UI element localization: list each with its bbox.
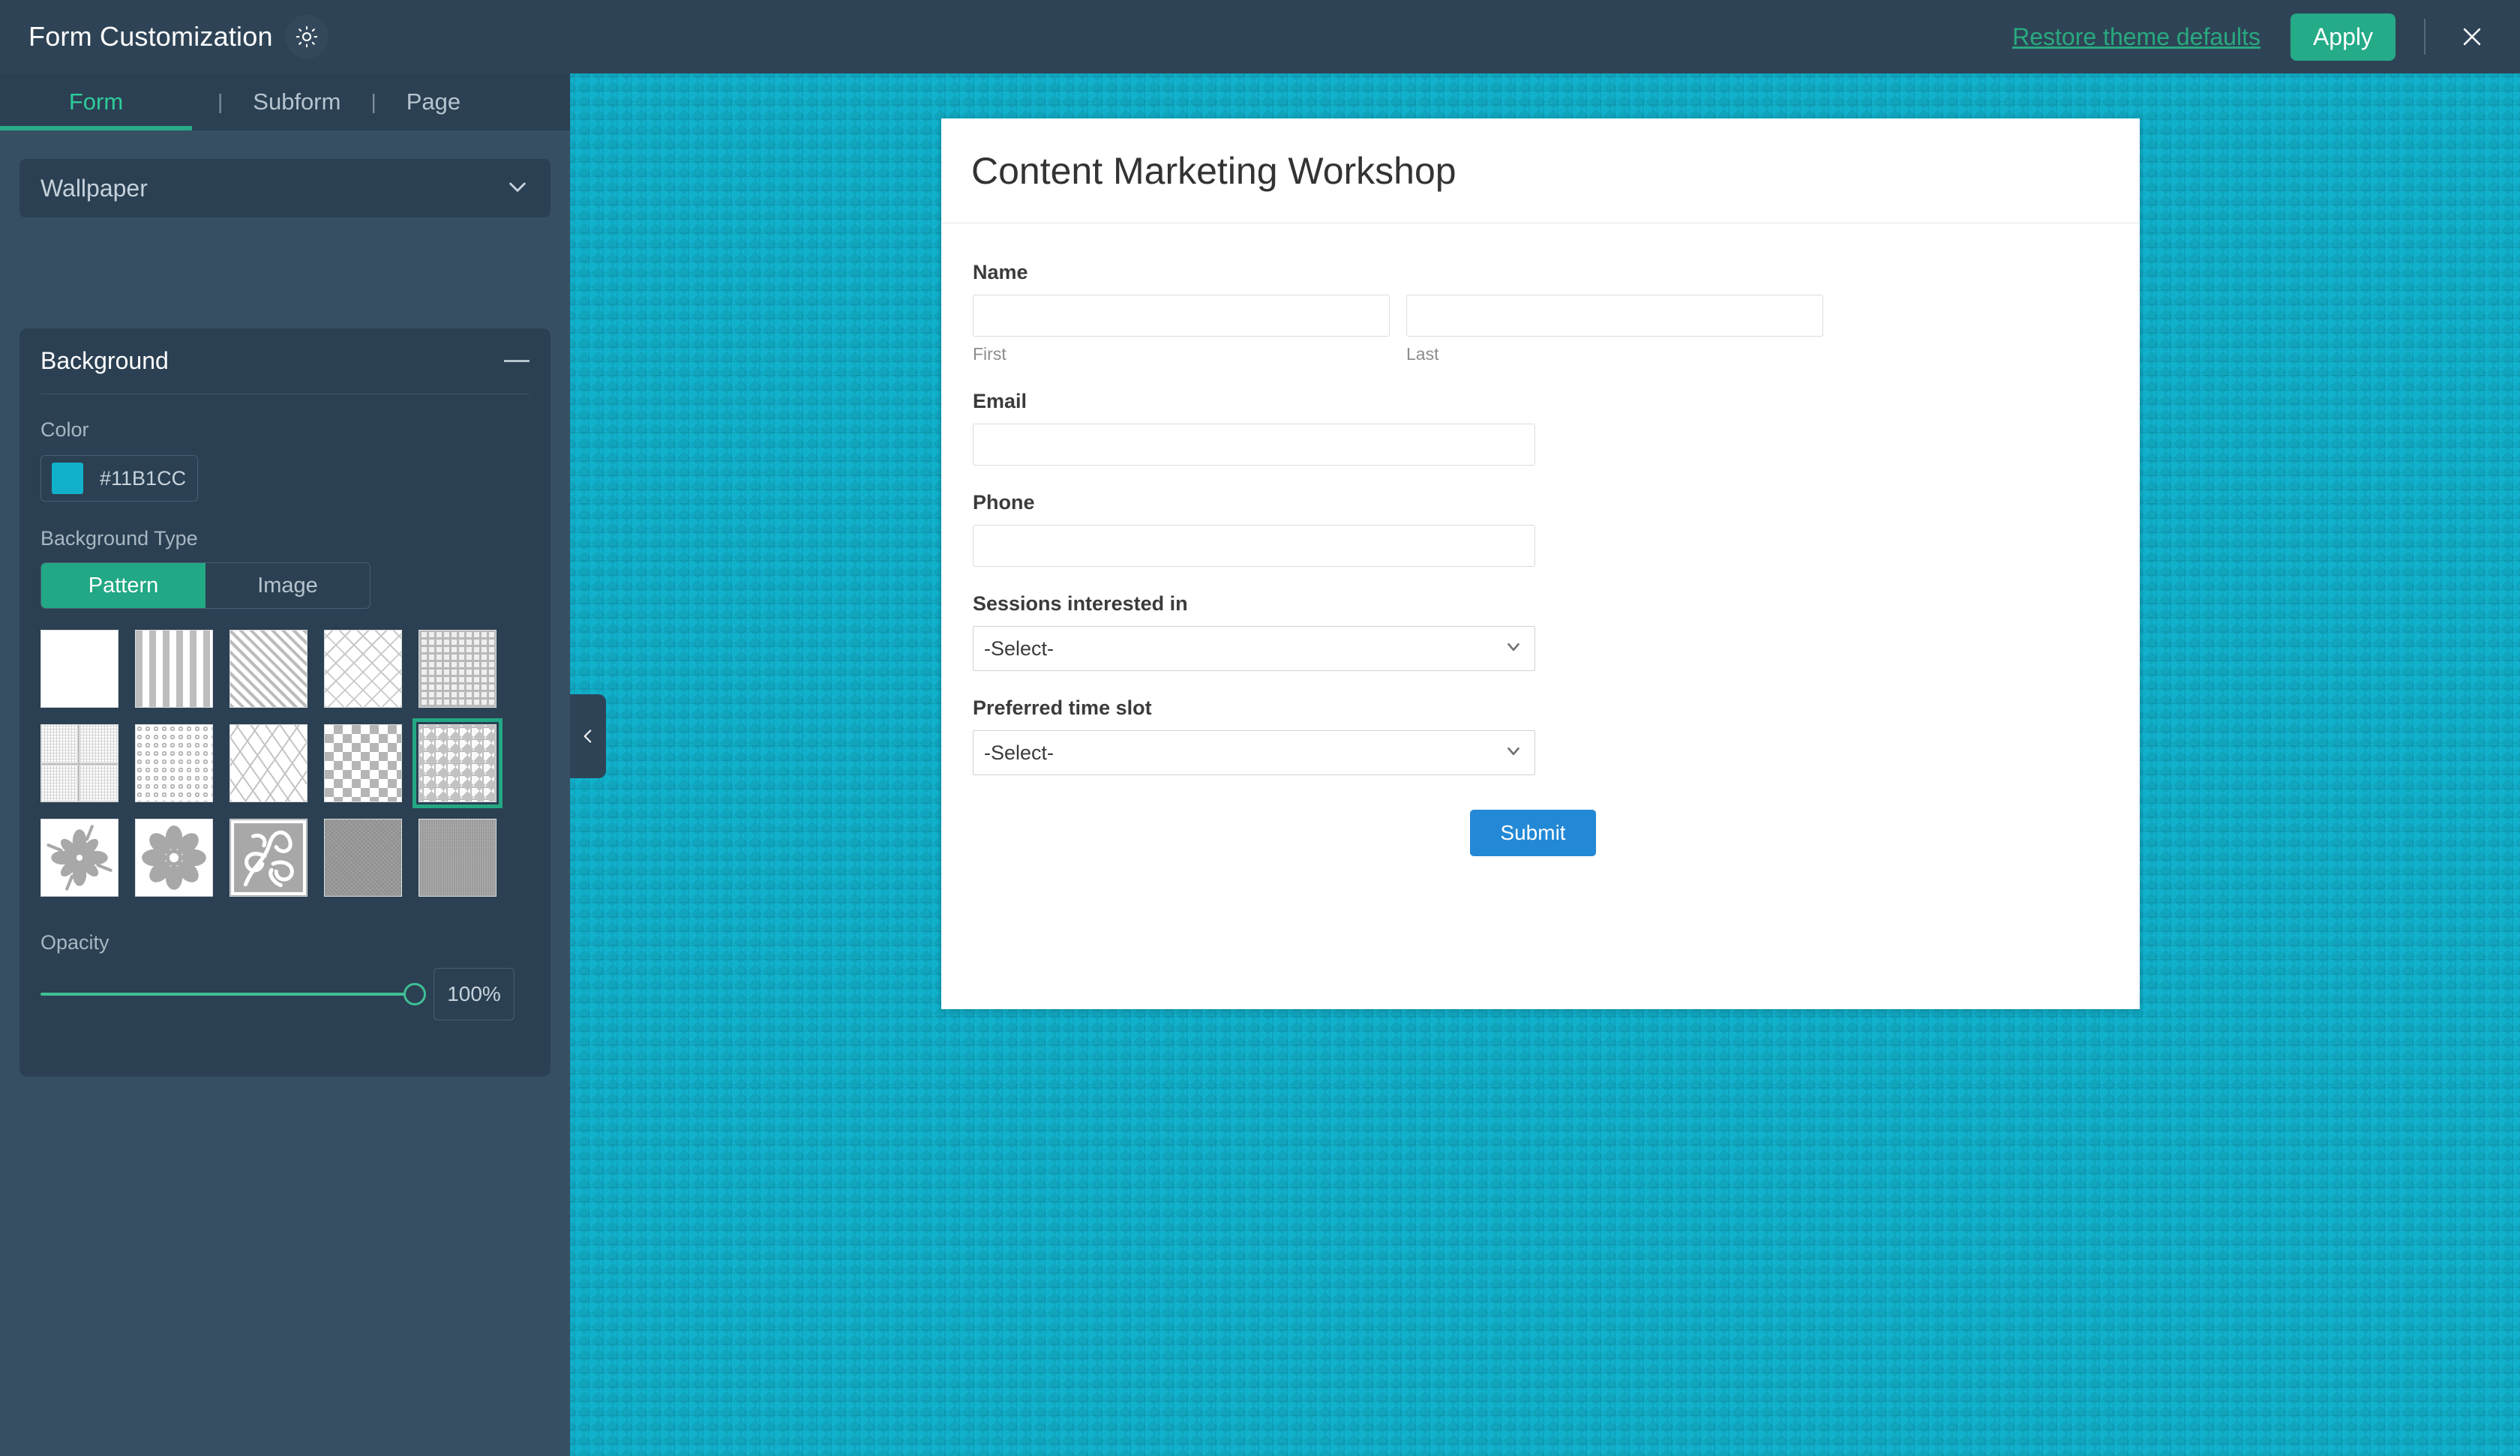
tab-separator-1: |: [218, 90, 224, 113]
background-type-label: Background Type: [40, 527, 198, 550]
sessions-select-wrap: [973, 626, 1535, 671]
color-hex-value: #11B1CC: [100, 466, 187, 490]
pattern-swatch-diamond-lattice[interactable]: [324, 630, 402, 708]
pattern-swatch-grid: [40, 630, 530, 897]
form-title: Content Marketing Workshop: [971, 149, 1456, 192]
pattern-swatch-checkerboard[interactable]: [324, 724, 402, 802]
active-tab-underline: [0, 126, 192, 130]
opacity-label: Opacity: [40, 931, 110, 954]
top-bar: Form Customization Restore theme default…: [0, 0, 2520, 73]
pattern-swatch-diagonal-stripes[interactable]: [230, 630, 308, 708]
background-panel: Background Color #11B1CC Background Type…: [20, 328, 550, 1077]
sessions-select[interactable]: [973, 626, 1535, 671]
pattern-swatch-diagonal-weave[interactable]: [230, 724, 308, 802]
close-icon[interactable]: [2454, 19, 2490, 55]
form-field-timeslot: Preferred time slot: [973, 697, 2108, 775]
minus-icon[interactable]: [504, 360, 530, 362]
top-bar-left: Form Customization: [0, 15, 328, 58]
opacity-value[interactable]: 100%: [434, 968, 514, 1020]
background-type-pattern-button[interactable]: Pattern: [41, 563, 206, 608]
pattern-swatch-vertical-stripes[interactable]: [135, 630, 213, 708]
sidebar-tabs: Form | Subform | Page: [0, 73, 570, 130]
form-field-sessions-label: Sessions interested in: [973, 592, 1188, 615]
color-picker-button[interactable]: #11B1CC: [40, 455, 198, 502]
first-name-sublabel: First: [973, 344, 1006, 364]
phone-input[interactable]: [973, 525, 1535, 567]
pattern-swatch-ornate-damask[interactable]: [230, 819, 308, 897]
restore-theme-defaults-link[interactable]: Restore theme defaults: [2012, 23, 2260, 51]
background-panel-header: Background: [40, 328, 530, 394]
pattern-swatch-polka-rings[interactable]: [135, 724, 213, 802]
opacity-slider[interactable]: [40, 983, 426, 1005]
pattern-swatch-gray-linen[interactable]: [418, 819, 496, 897]
pattern-swatch-squares-diamonds[interactable]: [412, 718, 502, 808]
form-header: Content Marketing Workshop: [941, 118, 2140, 223]
apply-button[interactable]: Apply: [2290, 13, 2396, 61]
form-field-name: Name First Last: [973, 261, 2108, 364]
toolbar-divider: [2424, 19, 2426, 55]
form-preview-card: Content Marketing Workshop Name First La…: [941, 118, 2140, 1009]
submit-row: Submit: [973, 810, 2108, 856]
form-field-sessions: Sessions interested in: [973, 592, 2108, 671]
wallpaper-dropdown[interactable]: Wallpaper: [20, 159, 550, 217]
form-field-phone: Phone: [973, 491, 2108, 567]
opacity-row: 100%: [40, 968, 530, 1020]
first-name-input[interactable]: [973, 295, 1390, 337]
name-last-col: Last: [1406, 295, 1823, 364]
timeslot-select-wrap: [973, 730, 1535, 775]
pattern-swatch-flower-petals[interactable]: [135, 819, 213, 897]
submit-button[interactable]: Submit: [1470, 810, 1596, 856]
last-name-input[interactable]: [1406, 295, 1823, 337]
sun-icon[interactable]: [284, 15, 328, 58]
opacity-slider-thumb[interactable]: [404, 983, 426, 1005]
color-chip: [52, 463, 83, 494]
name-first-col: First: [973, 295, 1390, 364]
chevron-down-icon: [506, 175, 530, 202]
form-field-phone-label: Phone: [973, 491, 1035, 514]
top-bar-right: Restore theme defaults Apply: [2012, 13, 2520, 61]
tab-subform[interactable]: Subform: [248, 88, 345, 115]
background-type-toggle: Pattern Image: [40, 562, 370, 609]
background-type-image-button[interactable]: Image: [206, 563, 370, 608]
customization-sidebar: Form | Subform | Page Wallpaper Backgrou…: [0, 73, 570, 1456]
last-name-sublabel: Last: [1406, 344, 1439, 364]
color-label: Color: [40, 418, 89, 441]
form-field-email-label: Email: [973, 390, 1028, 412]
timeslot-select[interactable]: [973, 730, 1535, 775]
form-field-timeslot-label: Preferred time slot: [973, 697, 1152, 719]
background-panel-title: Background: [40, 347, 169, 374]
wallpaper-dropdown-value: Wallpaper: [40, 174, 148, 202]
tab-form[interactable]: Form: [0, 88, 192, 115]
page-title: Form Customization: [28, 21, 273, 52]
pattern-swatch-solid-white[interactable]: [40, 630, 118, 708]
pattern-swatch-graph-paper[interactable]: [40, 724, 118, 802]
chevron-left-icon[interactable]: [570, 694, 606, 778]
form-preview-canvas: Content Marketing Workshop Name First La…: [570, 73, 2520, 1456]
name-row: First Last: [973, 295, 2108, 364]
tab-separator-2: |: [370, 90, 376, 113]
pattern-swatch-small-squares-grid[interactable]: [418, 630, 496, 708]
form-body: Name First Last Email Phone Sessions int…: [941, 223, 2140, 856]
form-field-email: Email: [973, 390, 2108, 466]
pattern-swatch-floral-burst[interactable]: [40, 819, 118, 897]
pattern-swatch-gray-texture[interactable]: [324, 819, 402, 897]
form-field-name-label: Name: [973, 261, 1028, 283]
email-input[interactable]: [973, 424, 1535, 466]
tab-page[interactable]: Page: [402, 88, 465, 115]
